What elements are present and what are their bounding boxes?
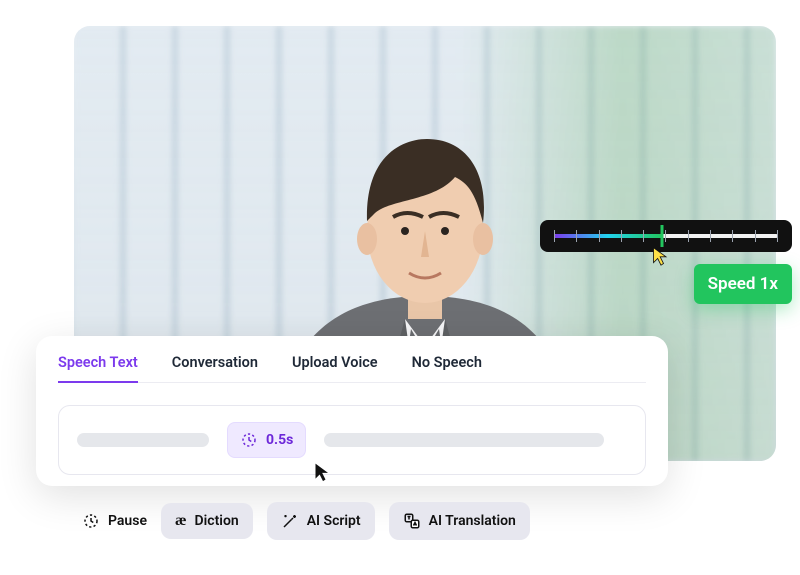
action-row: Pause æ Diction AI Script AI Translation	[82, 502, 530, 540]
speed-track[interactable]	[554, 234, 778, 238]
cursor-icon	[313, 462, 333, 484]
diction-label: Diction	[195, 513, 239, 529]
translate-icon	[403, 512, 421, 530]
diction-icon: æ	[175, 513, 187, 529]
speech-text-input[interactable]: 0.5s	[58, 405, 646, 475]
text-segment	[77, 433, 209, 447]
speed-thumb[interactable]	[660, 225, 663, 247]
pause-timer-icon	[82, 512, 100, 530]
ai-script-button[interactable]: AI Script	[267, 502, 375, 540]
ai-script-label: AI Script	[307, 513, 361, 529]
ai-translation-button[interactable]: AI Translation	[389, 502, 530, 540]
diction-button[interactable]: æ Diction	[161, 503, 253, 539]
pause-label: Pause	[108, 513, 147, 529]
speech-tabs: Speech Text Conversation Upload Voice No…	[58, 354, 646, 383]
pause-timer-icon	[240, 431, 258, 449]
pause-chip[interactable]: 0.5s	[227, 422, 306, 458]
magic-wand-icon	[281, 512, 299, 530]
speech-panel: Speech Text Conversation Upload Voice No…	[36, 336, 668, 486]
tab-speech-text[interactable]: Speech Text	[58, 354, 138, 383]
pause-chip-label: 0.5s	[266, 432, 293, 448]
tab-no-speech[interactable]: No Speech	[412, 354, 482, 383]
pause-button[interactable]: Pause	[82, 512, 147, 530]
speed-ticks	[554, 230, 778, 242]
cursor-icon	[651, 246, 671, 266]
text-segment	[324, 433, 604, 447]
tab-upload-voice[interactable]: Upload Voice	[292, 354, 378, 383]
tab-conversation[interactable]: Conversation	[172, 354, 258, 383]
speed-badge: Speed 1x	[694, 264, 792, 304]
speed-overlay: Speed 1x	[540, 220, 792, 304]
ai-translation-label: AI Translation	[429, 513, 516, 529]
speed-slider[interactable]	[540, 220, 792, 252]
